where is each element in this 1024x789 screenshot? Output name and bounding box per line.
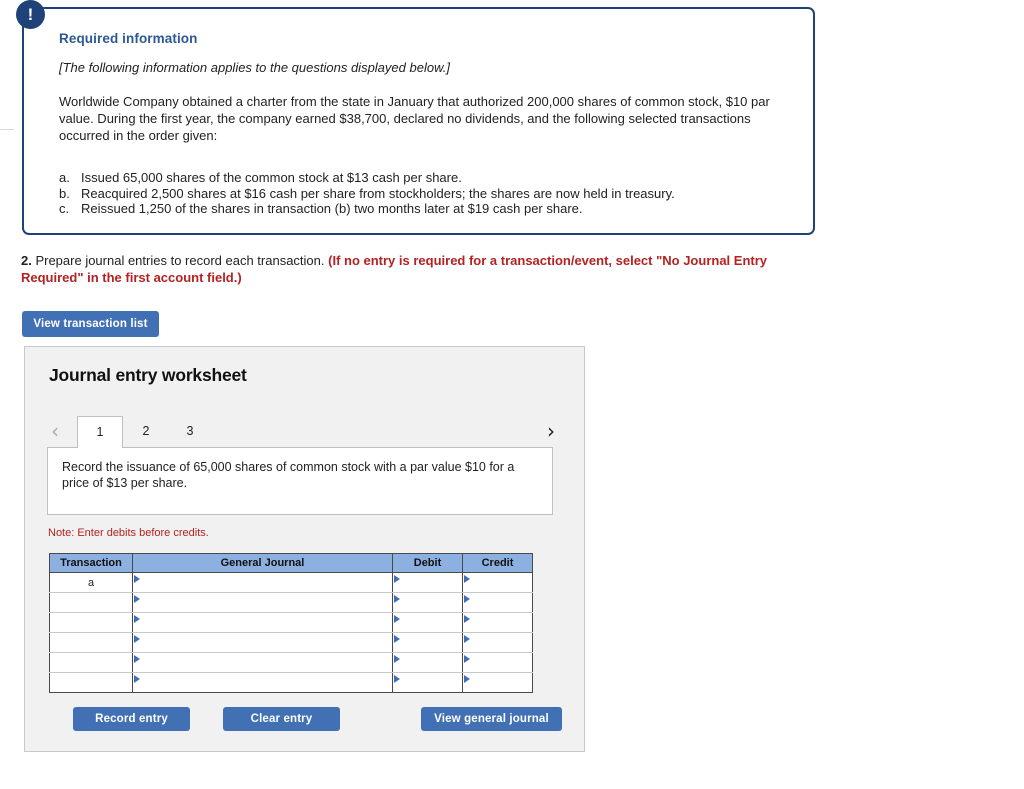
worksheet-tab-strip: ‹ 1 2 3 › xyxy=(47,416,563,448)
dropdown-triangle-icon xyxy=(134,635,140,643)
journal-entry-worksheet-panel: Journal entry worksheet ‹ 1 2 3 › Record… xyxy=(24,346,585,752)
table-row xyxy=(49,672,533,693)
journal-entry-table: Transaction General Journal Debit Credit… xyxy=(49,553,533,693)
transaction-label-cell xyxy=(49,612,133,633)
dropdown-triangle-icon xyxy=(134,615,140,623)
debit-input-cell[interactable] xyxy=(392,652,463,673)
list-item-marker: c. xyxy=(59,201,70,216)
tab-entry-2[interactable]: 2 xyxy=(125,416,167,447)
list-item-marker: b. xyxy=(59,185,70,201)
transaction-label-cell xyxy=(49,592,133,613)
tab-entry-3[interactable]: 3 xyxy=(169,416,211,447)
general-journal-input-cell[interactable] xyxy=(132,652,393,673)
list-item-marker: a. xyxy=(59,170,70,185)
page-edge-divider xyxy=(0,129,14,130)
dropdown-triangle-icon xyxy=(464,675,470,683)
required-information-subnote: [The following information applies to th… xyxy=(59,60,450,75)
dropdown-triangle-icon xyxy=(394,595,400,603)
credit-input-cell[interactable] xyxy=(462,672,533,693)
debit-input-cell[interactable] xyxy=(392,592,463,613)
list-item-text: Reissued 1,250 of the shares in transact… xyxy=(81,201,583,216)
credit-input-cell[interactable] xyxy=(462,612,533,633)
required-information-callout: Required information [The following info… xyxy=(22,7,815,235)
required-information-title: Required information xyxy=(59,31,198,46)
dropdown-triangle-icon xyxy=(134,595,140,603)
list-item: b. Reacquired 2,500 shares at $16 cash p… xyxy=(59,186,787,202)
dropdown-triangle-icon xyxy=(134,575,140,583)
chevron-left-icon[interactable]: ‹ xyxy=(51,418,59,444)
general-journal-input-cell[interactable] xyxy=(132,592,393,613)
view-transaction-list-button[interactable]: View transaction list xyxy=(22,311,159,337)
alert-exclamation-icon: ! xyxy=(16,0,45,29)
tab-entry-1[interactable]: 1 xyxy=(77,416,123,448)
dropdown-triangle-icon xyxy=(394,675,400,683)
dropdown-triangle-icon xyxy=(464,655,470,663)
debit-input-cell[interactable] xyxy=(392,672,463,693)
table-row xyxy=(49,612,533,633)
general-journal-input-cell[interactable] xyxy=(132,632,393,653)
dropdown-triangle-icon xyxy=(394,635,400,643)
list-item: c. Reissued 1,250 of the shares in trans… xyxy=(59,201,787,217)
required-information-paragraph: Worldwide Company obtained a charter fro… xyxy=(59,94,770,143)
entry-description-box: Record the issuance of 65,000 shares of … xyxy=(47,447,553,515)
transaction-label-cell xyxy=(49,632,133,653)
debit-input-cell[interactable] xyxy=(392,632,463,653)
debit-input-cell[interactable] xyxy=(392,572,463,593)
table-header-row: Transaction General Journal Debit Credit xyxy=(49,553,533,573)
dropdown-triangle-icon xyxy=(464,595,470,603)
question-number: 2. xyxy=(21,253,32,268)
clear-entry-button[interactable]: Clear entry xyxy=(223,707,340,731)
debits-before-credits-note: Note: Enter debits before credits. xyxy=(48,527,209,539)
column-header-general-journal: General Journal xyxy=(132,553,393,573)
question-text: Prepare journal entries to record each t… xyxy=(31,253,329,268)
transaction-list: a. Issued 65,000 shares of the common st… xyxy=(59,170,787,217)
record-entry-button[interactable]: Record entry xyxy=(73,707,190,731)
general-journal-input-cell[interactable] xyxy=(132,612,393,633)
column-header-credit: Credit xyxy=(462,553,533,573)
dropdown-triangle-icon xyxy=(464,635,470,643)
general-journal-input-cell[interactable] xyxy=(132,572,393,593)
credit-input-cell[interactable] xyxy=(462,592,533,613)
dropdown-triangle-icon xyxy=(134,655,140,663)
credit-input-cell[interactable] xyxy=(462,652,533,673)
chevron-right-icon[interactable]: › xyxy=(547,418,555,444)
worksheet-title: Journal entry worksheet xyxy=(49,365,247,385)
column-header-transaction: Transaction xyxy=(49,553,133,573)
list-item-text: Reacquired 2,500 shares at $16 cash per … xyxy=(81,185,675,201)
debit-input-cell[interactable] xyxy=(392,612,463,633)
table-row xyxy=(49,632,533,653)
table-row xyxy=(49,652,533,673)
column-header-debit: Debit xyxy=(392,553,463,573)
transaction-label-cell: a xyxy=(49,572,133,593)
credit-input-cell[interactable] xyxy=(462,632,533,653)
list-item: a. Issued 65,000 shares of the common st… xyxy=(59,170,787,186)
general-journal-input-cell[interactable] xyxy=(132,672,393,693)
view-general-journal-button[interactable]: View general journal xyxy=(421,707,562,731)
credit-input-cell[interactable] xyxy=(462,572,533,593)
dropdown-triangle-icon xyxy=(464,615,470,623)
transaction-label-cell xyxy=(49,652,133,673)
transaction-label-cell xyxy=(49,672,133,693)
dropdown-triangle-icon xyxy=(394,615,400,623)
list-item-text: Issued 65,000 shares of the common stock… xyxy=(81,170,462,185)
table-row: a xyxy=(49,572,533,593)
dropdown-triangle-icon xyxy=(394,655,400,663)
question-prompt: 2. Prepare journal entries to record eac… xyxy=(21,253,791,286)
dropdown-triangle-icon xyxy=(394,575,400,583)
transaction-label: a xyxy=(87,576,95,589)
table-row xyxy=(49,592,533,613)
dropdown-triangle-icon xyxy=(464,575,470,583)
dropdown-triangle-icon xyxy=(134,675,140,683)
